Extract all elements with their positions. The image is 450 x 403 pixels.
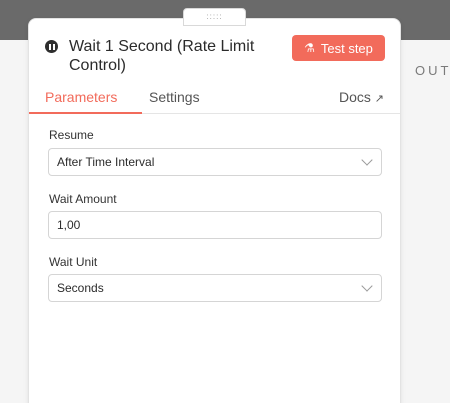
resume-value: After Time Interval — [57, 155, 155, 169]
wait-amount-input[interactable]: 1,00 — [48, 211, 382, 239]
wait-unit-select[interactable]: Seconds — [48, 274, 382, 302]
resume-select[interactable]: After Time Interval — [48, 148, 382, 176]
panel-tabs: Parameters Settings Docs ↗ — [29, 89, 400, 114]
test-step-button[interactable]: ⚗ Test step — [292, 35, 385, 61]
pause-icon — [45, 40, 58, 53]
output-panel-background — [400, 40, 450, 403]
tab-parameters[interactable]: Parameters — [45, 89, 117, 114]
chevron-down-icon — [361, 154, 373, 166]
active-tab-indicator — [29, 112, 142, 114]
flask-icon: ⚗ — [304, 41, 315, 55]
wait-unit-value: Seconds — [57, 281, 104, 295]
panel-header: Wait 1 Second (Rate Limit Control) ⚗ Tes… — [29, 19, 400, 114]
docs-label: Docs — [338, 89, 371, 105]
external-link-icon: ↗ — [374, 93, 384, 105]
drag-handle[interactable]: ::::: — [183, 8, 246, 26]
tab-settings[interactable]: Settings — [149, 89, 200, 114]
wait-amount-value: 1,00 — [57, 218, 81, 232]
wait-amount-label: Wait Amount — [49, 192, 117, 206]
output-panel-label: OUT — [415, 63, 450, 78]
wait-unit-label: Wait Unit — [49, 255, 98, 269]
node-parameters-panel: Wait 1 Second (Rate Limit Control) ⚗ Tes… — [28, 18, 401, 403]
docs-link[interactable]: Docs ↗ — [339, 89, 384, 114]
resume-label: Resume — [49, 128, 94, 142]
node-title[interactable]: Wait 1 Second (Rate Limit Control) — [69, 37, 299, 75]
chevron-down-icon — [361, 280, 373, 292]
test-step-label: Test step — [320, 40, 373, 56]
